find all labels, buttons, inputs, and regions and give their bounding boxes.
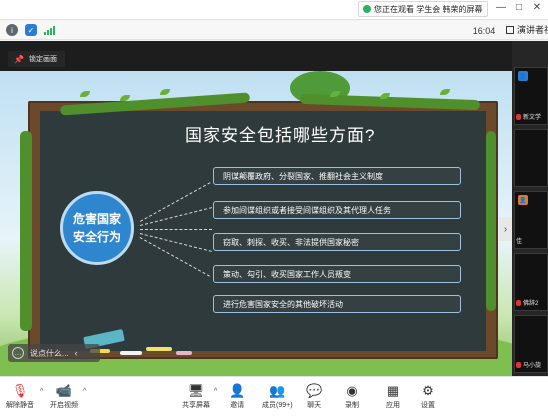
chalk-piece bbox=[176, 351, 192, 355]
participant-tile[interactable]: 马小旋 bbox=[514, 315, 548, 373]
invite-button[interactable]: 👤 邀请 bbox=[229, 383, 245, 410]
chevron-right-icon: › bbox=[503, 223, 508, 235]
presentation-slide: 国家安全包括哪些方面? 危害国家 安全行为 阴谋颠覆政府、分裂国家、推翻社会主义… bbox=[0, 71, 512, 376]
left-vine bbox=[20, 131, 32, 331]
participant-panel: 👤 新文学 👤 佳 佛辞2 马小旋 bbox=[512, 41, 548, 376]
maximize-button[interactable]: □ bbox=[512, 2, 526, 13]
participant-name: 马小旋 bbox=[516, 360, 541, 369]
center-circle: 危害国家 安全行为 bbox=[60, 191, 134, 265]
leaf bbox=[440, 89, 450, 95]
muted-mic-icon bbox=[516, 113, 521, 120]
apps-button[interactable]: ▦ 应用 bbox=[386, 383, 400, 410]
lock-label: 锁定画面 bbox=[28, 56, 57, 63]
share-screen-icon: 🖥 bbox=[187, 383, 205, 398]
comment-placeholder: 说点什么... bbox=[30, 348, 69, 358]
center-line-1: 危害国家 bbox=[72, 212, 121, 226]
shared-screen: 📌 锁定画面 国家安全包括哪些方面? 危害国家 安全行为 阴谋颠覆政府、分裂国家… bbox=[0, 41, 512, 376]
participant-tile[interactable] bbox=[514, 129, 548, 187]
chat-icon: 💬 bbox=[306, 383, 323, 398]
slide-item: 窃取、刺探、收买、非法提供国家秘密 bbox=[213, 233, 461, 251]
apps-label: 应用 bbox=[386, 402, 400, 409]
comment-icon: … bbox=[12, 347, 24, 359]
muted-mic-icon: 🎙 bbox=[11, 383, 29, 398]
collapse-panel-button[interactable]: › bbox=[499, 217, 512, 241]
chalk-piece bbox=[146, 347, 172, 351]
record-label: 录制 bbox=[345, 402, 359, 409]
speaker-view-button[interactable]: 演讲者视 bbox=[506, 23, 548, 36]
chalk-piece bbox=[120, 351, 142, 355]
gear-icon: ⚙ bbox=[422, 383, 434, 398]
share-options-chevron-icon[interactable]: ^ bbox=[214, 388, 217, 395]
share-screen-button[interactable]: 🖥 共享屏幕 bbox=[182, 383, 210, 410]
start-video-label: 开启视频 bbox=[50, 402, 78, 409]
layout-icon bbox=[506, 25, 514, 34]
chevron-left-icon[interactable]: ‹ bbox=[75, 348, 78, 358]
right-vine bbox=[486, 131, 496, 311]
start-video-button[interactable]: 📹 开启视频 bbox=[50, 383, 78, 410]
title-bar: 您正在观看 学生会 韩荣的屏幕 — □ ✕ bbox=[0, 0, 548, 20]
speaker-view-label: 演讲者视 bbox=[517, 25, 548, 35]
slide-title: 国家安全包括哪些方面? bbox=[185, 126, 376, 145]
participant-name: 佛辞2 bbox=[516, 298, 538, 307]
add-user-icon: 👤 bbox=[229, 383, 246, 398]
info-icon[interactable]: i bbox=[6, 24, 18, 36]
participant-name: 新文学 bbox=[516, 112, 541, 121]
user-icon: 👤 bbox=[518, 195, 528, 205]
leaf bbox=[80, 91, 90, 97]
slide-item: 进行危害国家安全的其他破坏活动 bbox=[213, 295, 461, 313]
audio-options-chevron-icon[interactable]: ^ bbox=[40, 388, 43, 395]
members-label: 成员(99+) bbox=[262, 402, 293, 409]
share-screen-label: 共享屏幕 bbox=[182, 402, 210, 409]
chat-button[interactable]: 💬 聊天 bbox=[306, 383, 322, 410]
unmute-label: 解除静音 bbox=[6, 402, 34, 409]
meeting-window: 您正在观看 学生会 韩荣的屏幕 — □ ✕ i ✓ 16:04 演讲者视 📌 锁… bbox=[0, 0, 548, 416]
meeting-info-bar: i ✓ 16:04 演讲者视 bbox=[0, 21, 548, 40]
invite-label: 邀请 bbox=[230, 402, 245, 409]
close-button[interactable]: ✕ bbox=[530, 2, 544, 13]
user-icon: 👤 bbox=[518, 71, 528, 81]
slide-comment-bar[interactable]: … 说点什么... ‹ bbox=[8, 344, 100, 362]
record-button[interactable]: ◉ 录制 bbox=[345, 383, 359, 410]
signal-strength-icon[interactable] bbox=[44, 26, 55, 35]
pin-icon: 📌 bbox=[14, 54, 24, 64]
participant-name: 佳 bbox=[516, 239, 523, 245]
apps-grid-icon: ▦ bbox=[386, 383, 400, 398]
slide-item: 策动、勾引、收买国家工作人员叛变 bbox=[213, 265, 461, 283]
muted-mic-icon bbox=[516, 361, 521, 368]
lock-screen-button[interactable]: 📌 锁定画面 bbox=[8, 51, 65, 67]
meeting-controls: 🎙 解除静音 ^ 📹 开启视频 ^ 🖥 共享屏幕 ^ 👤 邀请 👥 成员(99+… bbox=[0, 376, 548, 416]
chat-label: 聊天 bbox=[307, 402, 322, 409]
leaf bbox=[160, 89, 170, 95]
members-icon: 👥 bbox=[269, 383, 286, 398]
participant-tile[interactable]: 👤 新文学 bbox=[514, 67, 548, 125]
security-shield-icon[interactable]: ✓ bbox=[25, 24, 37, 36]
participant-tile[interactable]: 佛辞2 bbox=[514, 253, 548, 311]
center-line-2: 安全行为 bbox=[72, 230, 121, 244]
minimize-button[interactable]: — bbox=[494, 2, 508, 13]
record-icon: ◉ bbox=[346, 383, 358, 398]
share-text: 您正在观看 学生会 韩荣的屏幕 bbox=[374, 4, 483, 14]
video-off-icon: 📹 bbox=[55, 383, 73, 398]
settings-button[interactable]: ⚙ 设置 bbox=[421, 383, 435, 410]
participant-tile[interactable]: 👤 佳 bbox=[514, 191, 548, 249]
sharing-status-icon bbox=[363, 5, 371, 13]
video-options-chevron-icon[interactable]: ^ bbox=[83, 388, 86, 395]
connector-line bbox=[140, 229, 212, 230]
unmute-button[interactable]: 🎙 解除静音 bbox=[6, 383, 34, 410]
settings-label: 设置 bbox=[421, 402, 435, 409]
muted-mic-icon bbox=[516, 299, 521, 306]
members-button[interactable]: 👥 成员(99+) bbox=[262, 383, 293, 410]
slide-item: 阴谋颠覆政府、分裂国家、推翻社会主义制度 bbox=[213, 167, 461, 185]
meeting-clock: 16:04 bbox=[472, 25, 496, 36]
screen-share-indicator[interactable]: 您正在观看 学生会 韩荣的屏幕 bbox=[358, 1, 488, 17]
slide-item: 参加间谍组织或者接受间谍组织及其代理人任务 bbox=[213, 201, 461, 219]
